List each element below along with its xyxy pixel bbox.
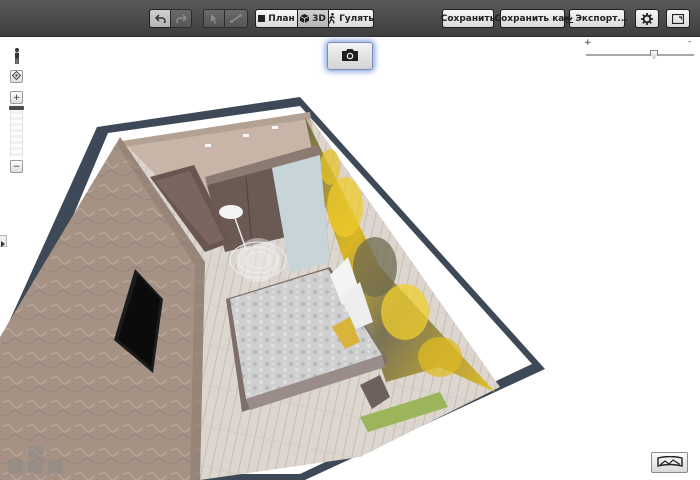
walk-mode-label: Гулять xyxy=(339,13,374,24)
export-label: Экспорт... xyxy=(575,13,628,24)
tool-group xyxy=(203,9,248,28)
screenshot-camera-button[interactable] xyxy=(327,42,373,70)
panorama-view-button[interactable] xyxy=(651,452,688,473)
settings-button[interactable] xyxy=(635,9,659,28)
undo-icon xyxy=(154,14,166,23)
history-group xyxy=(149,9,192,28)
vertical-zoom-track[interactable] xyxy=(10,105,23,157)
undo-button[interactable] xyxy=(149,9,171,28)
zoom-out-button[interactable]: − xyxy=(10,160,23,173)
triangle-right-icon xyxy=(1,232,5,251)
target-icon xyxy=(11,70,22,83)
expand-side-panel-button[interactable] xyxy=(0,235,7,247)
save-label: Сохранить xyxy=(440,13,496,24)
zoom-in-label: + xyxy=(584,38,592,48)
walking-person-icon xyxy=(328,13,336,24)
zoom-out-text: − xyxy=(12,161,21,172)
walk-person-button[interactable] xyxy=(10,47,23,67)
fullscreen-button[interactable] xyxy=(666,9,690,28)
person-icon xyxy=(13,47,21,67)
gear-icon xyxy=(641,12,653,25)
line-tool-icon xyxy=(230,14,242,23)
zoom-in-text: + xyxy=(12,92,21,103)
cube-icon xyxy=(300,14,310,23)
cursor-icon xyxy=(210,13,218,24)
panorama-icon xyxy=(656,453,683,472)
3d-view-button[interactable]: 3D xyxy=(297,9,329,28)
3d-view-label: 3D xyxy=(312,13,326,24)
view-mode-group: План 3D Гулять xyxy=(255,9,374,28)
fullscreen-icon xyxy=(672,13,684,24)
export-button[interactable]: Экспорт... xyxy=(566,9,628,28)
planner-app: План 3D Гулять Сохранить Сохранить как Э… xyxy=(0,0,700,480)
select-tool-button[interactable] xyxy=(203,9,225,28)
vertical-zoom-thumb[interactable] xyxy=(9,106,24,110)
camera-icon xyxy=(341,47,359,66)
zoom-in-button[interactable]: + xyxy=(10,91,23,104)
navigation-pad[interactable] xyxy=(8,446,66,476)
3d-room-view[interactable] xyxy=(0,37,700,480)
download-arrow-icon xyxy=(566,14,574,23)
center-view-button[interactable] xyxy=(10,70,23,83)
square-icon xyxy=(258,15,266,22)
zoom-slider-track[interactable] xyxy=(586,54,694,56)
plan-view-label: План xyxy=(268,13,295,24)
draw-wall-tool-button[interactable] xyxy=(224,9,248,28)
top-toolbar: План 3D Гулять Сохранить Сохранить как Э… xyxy=(0,0,700,37)
redo-button[interactable] xyxy=(170,9,192,28)
save-as-label: Сохранить как xyxy=(494,13,571,24)
save-as-button[interactable]: Сохранить как xyxy=(495,9,570,28)
plan-view-button[interactable]: План xyxy=(255,9,298,28)
save-button[interactable]: Сохранить xyxy=(440,9,496,28)
redo-icon xyxy=(175,14,187,23)
walk-mode-button[interactable]: Гулять xyxy=(328,9,374,28)
zoom-out-label: - xyxy=(688,37,692,47)
